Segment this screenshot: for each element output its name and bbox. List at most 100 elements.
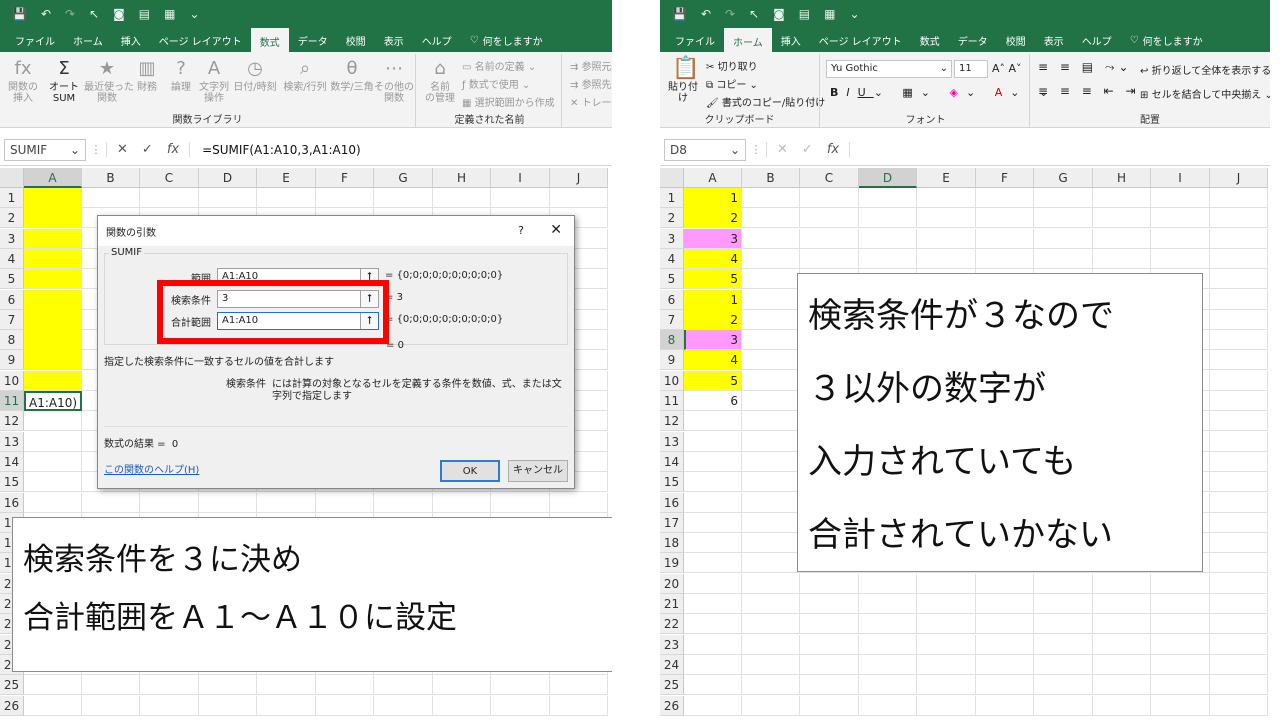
cell-b3[interactable]	[742, 228, 800, 249]
column-header-b[interactable]: B	[82, 168, 140, 188]
cancel-icon[interactable]: ✕	[117, 142, 128, 157]
enter-check-icon[interactable]: ✓	[802, 142, 813, 157]
cell-b6[interactable]	[742, 289, 800, 310]
cell-j18[interactable]	[1210, 533, 1268, 554]
column-header-f[interactable]: F	[976, 168, 1034, 188]
cell-b10[interactable]	[742, 370, 800, 391]
cell-a2[interactable]	[24, 208, 82, 229]
fx-icon[interactable]: fx	[827, 142, 839, 157]
row-header-4[interactable]: 4	[0, 248, 24, 269]
cell-g2[interactable]	[1034, 208, 1093, 229]
cell-c23[interactable]	[800, 634, 859, 655]
row-header-7[interactable]: 7	[660, 309, 684, 330]
cell-h25[interactable]	[1093, 675, 1151, 696]
cell-f4[interactable]	[976, 248, 1034, 269]
cell-a6[interactable]	[24, 289, 82, 310]
cell-j25[interactable]	[550, 675, 608, 696]
cell-h16[interactable]	[433, 492, 491, 513]
save-icon[interactable]: 💾	[672, 7, 687, 21]
row-header-14[interactable]: 14	[660, 451, 684, 472]
financial-button[interactable]: ▥ 財務	[132, 58, 162, 93]
row-header-25[interactable]: 25	[0, 675, 24, 696]
more-functions-button[interactable]: ⋯ その他の 関数	[374, 58, 414, 104]
cell-c16[interactable]	[140, 492, 199, 513]
cell-b2[interactable]	[742, 208, 800, 229]
cell-b24[interactable]	[742, 654, 800, 675]
name-box[interactable]: SUMIF ⌄	[4, 138, 86, 161]
cell-a7[interactable]	[24, 309, 82, 330]
cell-a19[interactable]	[684, 553, 742, 574]
cell-a10[interactable]: 5	[684, 370, 742, 391]
cell-d2[interactable]	[859, 208, 917, 229]
cell-i24[interactable]	[1151, 654, 1210, 675]
row-header-26[interactable]: 26	[0, 695, 24, 716]
row-header-19[interactable]: 19	[660, 553, 684, 574]
cell-d26[interactable]	[199, 695, 257, 716]
row-header-18[interactable]: 18	[660, 533, 684, 554]
cell-g20[interactable]	[1034, 573, 1093, 594]
cell-a2[interactable]: 2	[684, 208, 742, 229]
copy-button[interactable]: ⧉ コピー ⌄	[706, 76, 758, 91]
cell-a25[interactable]	[684, 675, 742, 696]
column-header-a[interactable]: A	[684, 168, 742, 188]
cell-b18[interactable]	[742, 533, 800, 554]
cell-b19[interactable]	[742, 553, 800, 574]
cell-a23[interactable]	[684, 634, 742, 655]
cell-j2[interactable]	[1210, 208, 1268, 229]
cell-j1[interactable]	[550, 188, 608, 208]
row-header-16[interactable]: 16	[660, 492, 684, 513]
column-header-j[interactable]: J	[1210, 168, 1268, 188]
cell-e25[interactable]	[917, 675, 976, 696]
cell-i23[interactable]	[1151, 634, 1210, 655]
undo-icon[interactable]: ↶	[41, 7, 51, 21]
row-header-20[interactable]: 20	[660, 573, 684, 594]
cell-c1[interactable]	[800, 188, 859, 208]
cell-c26[interactable]	[800, 695, 859, 716]
cell-a20[interactable]	[684, 573, 742, 594]
cell-a1[interactable]	[24, 188, 82, 208]
name-manager-button[interactable]: ⌂ 名前 の管理	[422, 58, 458, 104]
cell-b20[interactable]	[742, 573, 800, 594]
cell-h1[interactable]	[433, 188, 491, 208]
form-icon[interactable]: ▤	[799, 7, 810, 21]
row-header-23[interactable]: 23	[660, 634, 684, 655]
tab-review[interactable]: 校閲	[997, 29, 1035, 52]
cell-d16[interactable]	[199, 492, 257, 513]
redo-icon[interactable]: ↷	[65, 7, 75, 21]
cell-i3[interactable]	[1151, 228, 1210, 249]
column-header-a[interactable]: A	[24, 168, 82, 188]
text-button[interactable]: A 文字列 操作	[198, 58, 230, 104]
merge-center-button[interactable]: ⊞ セルを結合して中央揃え ⌄	[1140, 86, 1270, 101]
cell-f2[interactable]	[976, 208, 1034, 229]
cell-g25[interactable]	[1034, 675, 1093, 696]
cell-a7[interactable]: 2	[684, 309, 742, 330]
row-header-12[interactable]: 12	[660, 411, 684, 432]
math-button[interactable]: θ 数学/三角	[330, 58, 374, 93]
cell-i4[interactable]	[1151, 248, 1210, 269]
drag-handle-icon[interactable]: ⋮	[86, 143, 106, 156]
cell-g4[interactable]	[1034, 248, 1093, 269]
autosum-button[interactable]: Σ オート SUM	[44, 58, 84, 104]
cell-h24[interactable]	[1093, 654, 1151, 675]
tab-home[interactable]: ホーム	[724, 28, 772, 52]
camera-icon[interactable]: ◙	[113, 7, 125, 21]
cell-c3[interactable]	[800, 228, 859, 249]
cell-a3[interactable]	[24, 228, 82, 249]
cell-d24[interactable]	[859, 654, 917, 675]
row-header-15[interactable]: 15	[0, 472, 24, 493]
cell-e20[interactable]	[917, 573, 976, 594]
customize-qat-icon[interactable]: ⌄	[189, 7, 199, 21]
cell-j16[interactable]	[550, 492, 608, 513]
cell-a4[interactable]: 4	[684, 248, 742, 269]
select-all-corner[interactable]	[0, 168, 24, 188]
cut-button[interactable]: ✂ 切り取り	[706, 58, 758, 73]
cell-a5[interactable]	[24, 269, 82, 290]
cell-b16[interactable]	[82, 492, 140, 513]
cell-e1[interactable]	[257, 188, 316, 208]
cell-b16[interactable]	[742, 492, 800, 513]
cell-g1[interactable]	[374, 188, 433, 208]
row-header-11[interactable]: 11	[660, 391, 684, 411]
define-name-button[interactable]: ▭ 名前の定義 ⌄	[462, 58, 536, 73]
cell-f25[interactable]	[316, 675, 374, 696]
cell-e26[interactable]	[257, 695, 316, 716]
